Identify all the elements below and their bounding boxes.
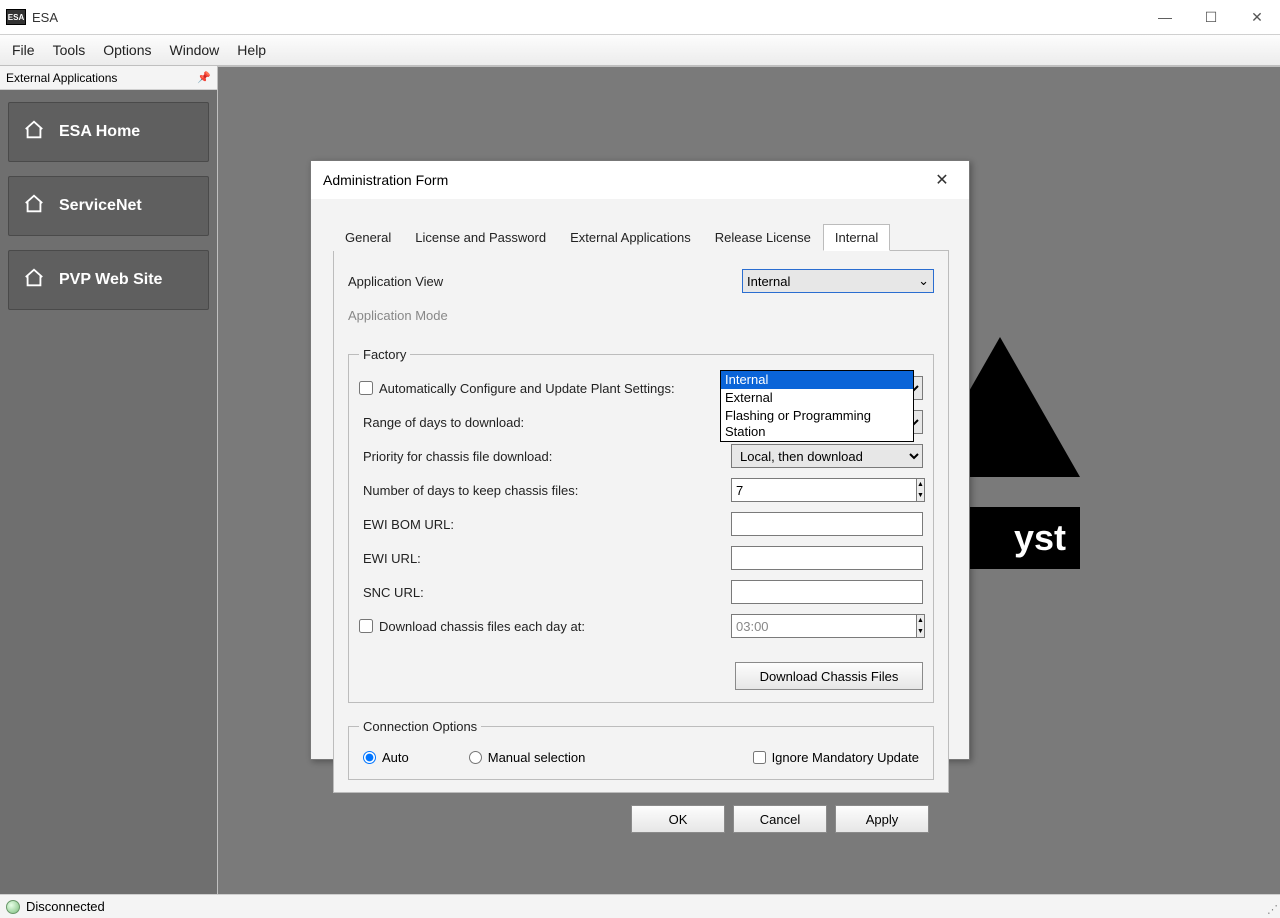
resize-grip-icon[interactable]: ⋰ [1267, 903, 1276, 916]
home-icon [23, 193, 45, 220]
chevron-down-icon: ⌄ [918, 273, 929, 289]
pin-icon[interactable]: 📌 [197, 71, 211, 84]
tab-release-license[interactable]: Release License [703, 224, 823, 251]
sidebar-title: External Applications [6, 71, 117, 85]
app-title: ESA [32, 10, 58, 25]
dropdown-option-flashing[interactable]: Flashing or Programming Station [721, 407, 913, 441]
status-dot-icon [6, 900, 20, 914]
ewi-url-label: EWI URL: [359, 551, 731, 566]
connection-legend: Connection Options [359, 719, 481, 734]
close-icon[interactable]: ✕ [927, 170, 957, 190]
app-icon: ESA [6, 9, 26, 25]
ignore-update-checkbox[interactable]: Ignore Mandatory Update [753, 750, 919, 765]
sidebar-item-label: PVP Web Site [59, 271, 162, 289]
priority-label: Priority for chassis file download: [359, 449, 731, 464]
sidebar: ESA Home ServiceNet PVP Web Site [0, 90, 217, 894]
daily-download-label: Download chassis files each day at: [379, 619, 731, 634]
application-view-dropdown: Internal External Flashing or Programmin… [720, 370, 914, 442]
snc-url-label: SNC URL: [359, 585, 731, 600]
ewi-bom-label: EWI BOM URL: [359, 517, 731, 532]
connection-manual-radio[interactable]: Manual selection [469, 750, 586, 765]
close-window-button[interactable]: ✕ [1234, 0, 1280, 34]
status-text: Disconnected [26, 899, 105, 914]
apply-button[interactable]: Apply [835, 805, 929, 833]
tab-general[interactable]: General [333, 224, 403, 251]
connection-options-fieldset: Connection Options Auto Manual selection… [348, 719, 934, 780]
menu-window[interactable]: Window [170, 42, 220, 58]
tab-license[interactable]: License and Password [403, 224, 558, 251]
sidebar-item-pvp-web-site[interactable]: PVP Web Site [8, 250, 209, 310]
sidebar-item-label: ESA Home [59, 123, 140, 141]
tab-panel-internal: Application View Internal ⌄ Application … [333, 251, 949, 793]
sidebar-item-label: ServiceNet [59, 197, 142, 215]
menu-options[interactable]: Options [103, 42, 151, 58]
tab-external-apps[interactable]: External Applications [558, 224, 703, 251]
download-chassis-button[interactable]: Download Chassis Files [735, 662, 923, 690]
application-view-select[interactable]: Internal ⌄ [742, 269, 934, 293]
status-bar: Disconnected ⋰ [0, 894, 1280, 918]
auto-configure-label: Automatically Configure and Update Plant… [379, 381, 731, 396]
administration-dialog: Administration Form ✕ General License an… [310, 160, 970, 760]
menu-file[interactable]: File [12, 42, 35, 58]
home-icon [23, 267, 45, 294]
dropdown-option-external[interactable]: External [721, 389, 913, 407]
app-view-label: Application View [348, 274, 742, 289]
title-bar: ESA ESA — ☐ ✕ [0, 0, 1280, 34]
spinner-buttons[interactable]: ▲▼ [917, 614, 925, 638]
ewi-url-input[interactable] [731, 546, 923, 570]
dialog-title: Administration Form [323, 172, 448, 188]
factory-legend: Factory [359, 347, 410, 362]
ok-button[interactable]: OK [631, 805, 725, 833]
sidebar-header: External Applications 📌 [0, 66, 217, 90]
app-view-value: Internal [747, 274, 790, 289]
tab-internal[interactable]: Internal [823, 224, 890, 251]
app-mode-label: Application Mode [348, 308, 934, 323]
menu-help[interactable]: Help [237, 42, 266, 58]
cancel-button[interactable]: Cancel [733, 805, 827, 833]
daily-time-input[interactable] [731, 614, 917, 638]
dropdown-option-internal[interactable]: Internal [721, 371, 913, 389]
sidebar-item-esa-home[interactable]: ESA Home [8, 102, 209, 162]
keep-days-label: Number of days to keep chassis files: [359, 483, 731, 498]
home-icon [23, 119, 45, 146]
maximize-button[interactable]: ☐ [1188, 0, 1234, 34]
menu-tools[interactable]: Tools [53, 42, 86, 58]
minimize-button[interactable]: — [1142, 0, 1188, 34]
spinner-buttons[interactable]: ▲▼ [917, 478, 925, 502]
dialog-title-bar: Administration Form ✕ [311, 161, 969, 199]
snc-url-input[interactable] [731, 580, 923, 604]
menu-bar: File Tools Options Window Help [0, 34, 1280, 66]
sidebar-item-servicenet[interactable]: ServiceNet [8, 176, 209, 236]
ewi-bom-input[interactable] [731, 512, 923, 536]
daily-download-checkbox[interactable] [359, 619, 373, 633]
sidebar-panel: External Applications 📌 ESA Home Service… [0, 66, 218, 894]
priority-select[interactable]: Local, then download [731, 444, 923, 468]
keep-days-input[interactable] [731, 478, 917, 502]
dialog-tabs: General License and Password External Ap… [333, 223, 949, 251]
connection-auto-radio[interactable]: Auto [363, 750, 409, 765]
range-label: Range of days to download: [359, 415, 731, 430]
auto-configure-checkbox[interactable] [359, 381, 373, 395]
